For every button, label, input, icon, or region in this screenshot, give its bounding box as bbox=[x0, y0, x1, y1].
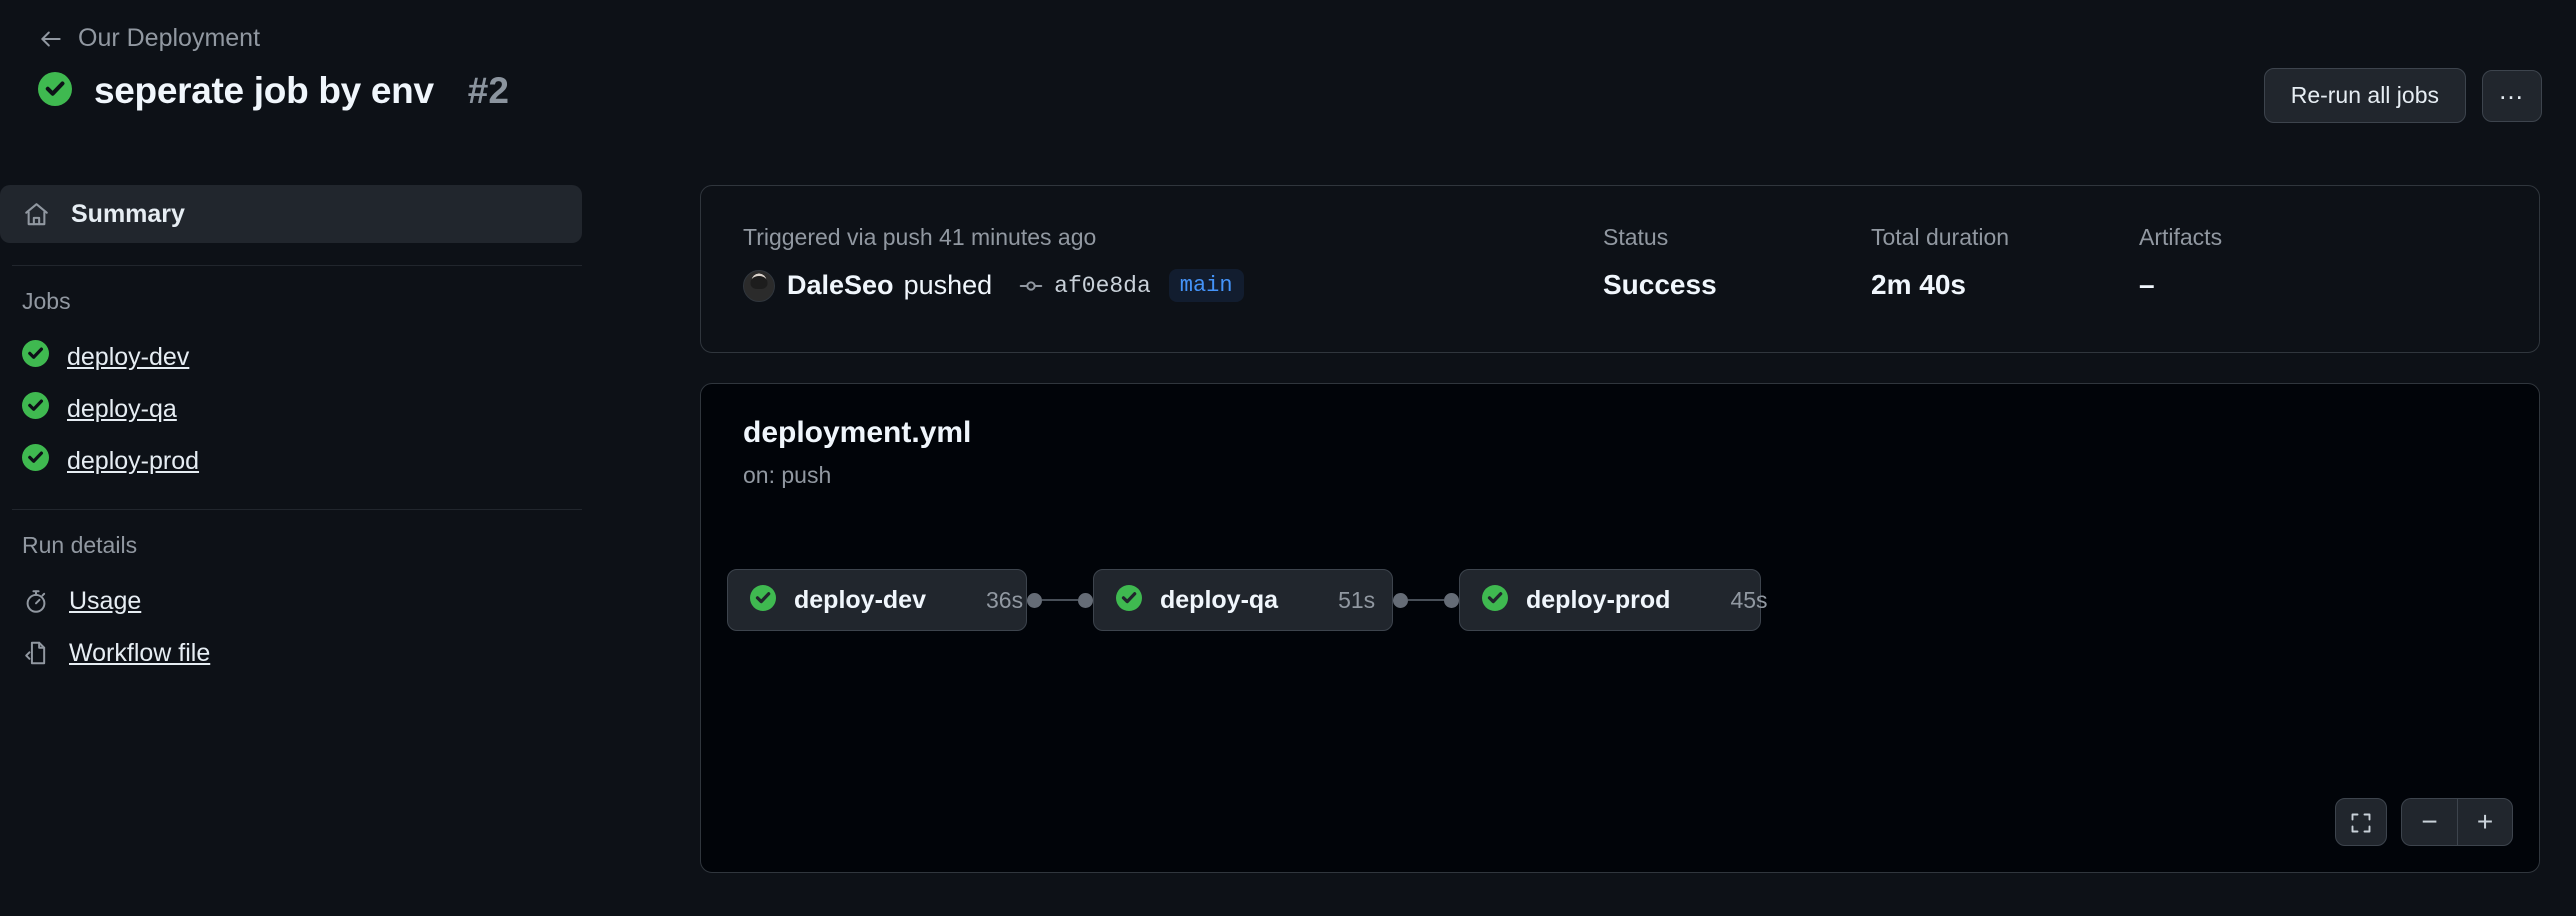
success-check-icon bbox=[22, 444, 49, 478]
sidebar-job-label: deploy-prod bbox=[67, 447, 199, 476]
duration-column: Total duration 2m 40s bbox=[1871, 224, 2139, 301]
artifacts-column: Artifacts – bbox=[2139, 224, 2339, 301]
sidebar-run-details-group: Run details Usage bbox=[0, 532, 620, 679]
node-port-in bbox=[1444, 593, 1459, 608]
connector-line bbox=[1042, 599, 1078, 601]
home-icon bbox=[22, 200, 51, 229]
graph-node-deploy-prod[interactable]: deploy-prod 45s bbox=[1459, 569, 1761, 631]
sidebar-run-details-heading: Run details bbox=[0, 532, 620, 559]
success-check-icon bbox=[22, 340, 49, 374]
zoom-in-button[interactable]: + bbox=[2457, 798, 2513, 846]
workflow-trigger: on: push bbox=[743, 462, 831, 489]
sidebar-job-label: deploy-dev bbox=[67, 343, 189, 372]
sidebar-job-label: deploy-qa bbox=[67, 395, 177, 424]
graph-node-deploy-qa[interactable]: deploy-qa 51s bbox=[1093, 569, 1393, 631]
graph-controls: − + bbox=[2335, 798, 2513, 846]
artifacts-label: Artifacts bbox=[2139, 224, 2339, 251]
graph-node-label: deploy-qa bbox=[1160, 586, 1278, 615]
success-check-icon bbox=[22, 392, 49, 426]
graph-node-duration: 36s bbox=[926, 587, 1023, 614]
connector-line bbox=[1408, 599, 1444, 601]
sidebar-item-deploy-qa[interactable]: deploy-qa bbox=[0, 383, 620, 435]
sidebar-item-deploy-dev[interactable]: deploy-dev bbox=[0, 331, 620, 383]
workflow-file-name: deployment.yml bbox=[743, 416, 971, 450]
more-options-button[interactable]: … bbox=[2482, 70, 2542, 122]
node-port-out bbox=[1027, 593, 1042, 608]
graph-node-deploy-dev[interactable]: deploy-dev 36s bbox=[727, 569, 1027, 631]
duration-value: 2m 40s bbox=[1871, 269, 2139, 301]
avatar bbox=[743, 270, 775, 302]
sidebar-run-detail-label: Workflow file bbox=[69, 639, 210, 668]
kebab-icon: … bbox=[2498, 87, 2526, 95]
success-check-icon bbox=[38, 72, 72, 111]
branch-badge[interactable]: main bbox=[1169, 269, 1244, 302]
breadcrumb-label: Our Deployment bbox=[78, 24, 260, 53]
success-check-icon bbox=[1116, 585, 1142, 616]
fullscreen-icon bbox=[2349, 810, 2373, 834]
workflow-graph-card: deployment.yml on: push deploy-dev 36s bbox=[700, 383, 2540, 873]
graph-node-duration: 45s bbox=[1670, 587, 1767, 614]
status-value: Success bbox=[1603, 269, 1871, 301]
fullscreen-button[interactable] bbox=[2335, 798, 2387, 846]
success-check-icon bbox=[1482, 585, 1508, 616]
sidebar-jobs-heading: Jobs bbox=[0, 288, 620, 315]
graph-connector-2 bbox=[1393, 593, 1459, 608]
header-actions: Re-run all jobs … bbox=[2264, 68, 2542, 123]
sidebar-item-usage[interactable]: Usage bbox=[0, 575, 620, 627]
sidebar-run-detail-label: Usage bbox=[69, 587, 141, 616]
stopwatch-icon bbox=[22, 587, 51, 616]
breadcrumb-back-link[interactable]: Our Deployment bbox=[38, 24, 260, 53]
zoom-out-button[interactable]: − bbox=[2401, 798, 2457, 846]
trigger-text: Triggered via push 41 minutes ago bbox=[743, 224, 1603, 251]
sidebar-divider-2 bbox=[12, 509, 582, 510]
trigger-column: Triggered via push 41 minutes ago DaleSe… bbox=[743, 224, 1603, 302]
job-graph-nodes: deploy-dev 36s deploy-qa bbox=[727, 569, 1761, 631]
sidebar-item-label: Summary bbox=[71, 200, 185, 229]
page-header: Our Deployment seperate job by env #2 Re… bbox=[0, 0, 2576, 148]
graph-node-duration: 51s bbox=[1278, 587, 1375, 614]
workflow-file-icon bbox=[22, 639, 51, 668]
node-port-out bbox=[1393, 593, 1408, 608]
graph-node-label: deploy-prod bbox=[1526, 586, 1670, 615]
graph-node-label: deploy-dev bbox=[794, 586, 926, 615]
zoom-button-group: − + bbox=[2401, 798, 2513, 846]
sidebar: Summary Jobs deploy-dev bbox=[0, 185, 620, 685]
artifacts-value: – bbox=[2139, 269, 2339, 301]
success-check-icon bbox=[750, 585, 776, 616]
main-content: Triggered via push 41 minutes ago DaleSe… bbox=[700, 185, 2540, 873]
run-summary-card: Triggered via push 41 minutes ago DaleSe… bbox=[700, 185, 2540, 353]
page-title-row: seperate job by env #2 bbox=[38, 70, 509, 112]
sidebar-jobs-group: Jobs deploy-dev deploy-qa bbox=[0, 288, 620, 487]
sidebar-divider-1 bbox=[12, 265, 582, 266]
sidebar-item-summary[interactable]: Summary bbox=[0, 185, 582, 243]
action-text: pushed bbox=[904, 270, 993, 301]
rerun-all-jobs-button[interactable]: Re-run all jobs bbox=[2264, 68, 2466, 123]
sidebar-item-deploy-prod[interactable]: deploy-prod bbox=[0, 435, 620, 487]
sidebar-item-workflow-file[interactable]: Workflow file bbox=[0, 627, 620, 679]
workflow-run-page: Our Deployment seperate job by env #2 Re… bbox=[0, 0, 2576, 916]
run-number: #2 bbox=[468, 70, 509, 112]
arrow-left-icon bbox=[38, 26, 64, 52]
status-label: Status bbox=[1603, 224, 1871, 251]
commit-sha[interactable]: af0e8da bbox=[1054, 273, 1151, 299]
status-column: Status Success bbox=[1603, 224, 1871, 301]
node-port-in bbox=[1078, 593, 1093, 608]
commit-icon bbox=[1018, 273, 1044, 299]
graph-connector-1 bbox=[1027, 593, 1093, 608]
actor-name[interactable]: DaleSeo bbox=[787, 270, 894, 301]
duration-label: Total duration bbox=[1871, 224, 2139, 251]
page-title: seperate job by env bbox=[94, 70, 434, 112]
